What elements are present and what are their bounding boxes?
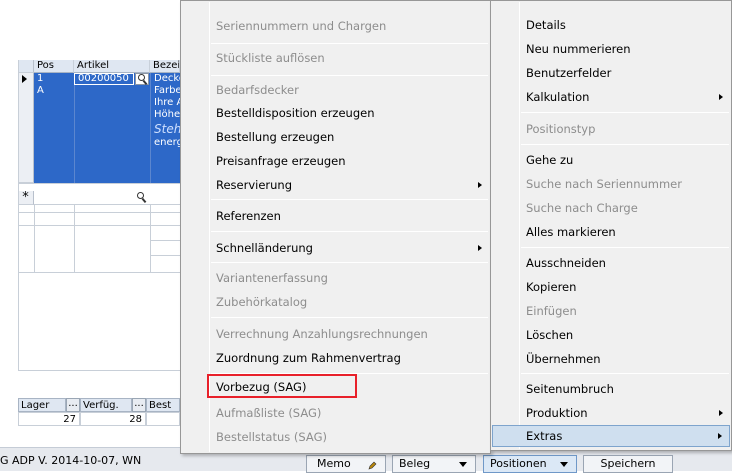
- best-header: Best: [146, 398, 180, 412]
- speichern-button[interactable]: Speichern: [583, 455, 673, 473]
- row-indicator[interactable]: [18, 73, 34, 183]
- desc-line: Höhe: [151, 109, 180, 121]
- menu-item-variantenerfassung[interactable]: Variantenerfassung: [182, 267, 489, 289]
- menu-item-verrechnung-anzahlung[interactable]: Verrechnung Anzahlungsrechnungen: [182, 323, 489, 345]
- magnifier-icon: [137, 74, 148, 86]
- menu-item-zuordnung-rahmenvertrag[interactable]: Zuordnung zum Rahmenvertrag: [182, 347, 489, 369]
- menu-item-einfuegen[interactable]: Einfügen: [492, 300, 730, 322]
- lager-value: 27: [18, 412, 80, 426]
- positionen-button[interactable]: Positionen: [483, 455, 577, 473]
- desc-line: Farbe: [151, 85, 180, 97]
- submenu-arrow-icon: [719, 94, 723, 100]
- best-value: [146, 412, 180, 426]
- new-row-indicator: *: [18, 191, 34, 205]
- menu-item-reservierung[interactable]: Reservierung: [182, 174, 489, 196]
- lager-header: Lager: [18, 398, 66, 412]
- desc-line: Steh: [151, 121, 180, 137]
- menu-item-alles-markieren[interactable]: Alles markieren: [492, 221, 730, 243]
- menu-item-kalkulation-label: Kalkulation: [526, 90, 590, 104]
- submenu-arrow-icon: [719, 410, 723, 416]
- menu-item-produktion[interactable]: Produktion: [492, 402, 730, 424]
- positionen-label: Positionen: [490, 457, 547, 470]
- submenu-arrow-icon: [478, 245, 482, 251]
- menu-item-seitenumbruch[interactable]: Seitenumbruch: [492, 378, 730, 400]
- new-row-lookup-button[interactable]: [135, 192, 149, 204]
- desc-line: energ: [151, 137, 180, 149]
- new-row[interactable]: [34, 191, 180, 205]
- menu-item-seriennummern-chargen[interactable]: Seriennummern und Chargen: [182, 15, 489, 37]
- magnifier-icon: [136, 192, 147, 204]
- cell-pos-sub[interactable]: A: [34, 85, 74, 97]
- cell-pos[interactable]: 1: [34, 73, 74, 85]
- menu-item-positionstyp[interactable]: Positionstyp: [492, 118, 730, 140]
- menu-item-details[interactable]: Details: [492, 14, 730, 36]
- menu-item-ausschneiden[interactable]: Ausschneiden: [492, 252, 730, 274]
- memo-label: Memo: [317, 457, 351, 470]
- menu-item-stueckliste-aufloesen[interactable]: Stückliste auflösen: [182, 47, 489, 69]
- menu-item-schnellaenderung-label: Schnelländerung: [216, 241, 313, 255]
- menu-item-bestelldisposition[interactable]: Bestelldisposition erzeugen: [182, 102, 489, 124]
- lager-ellipsis-button[interactable]: ...: [66, 398, 80, 412]
- column-header-bezeichnung[interactable]: Bezei: [150, 60, 180, 73]
- menu-item-gehe-zu[interactable]: Gehe zu: [492, 149, 730, 171]
- desc-line: Ihre A: [151, 97, 180, 109]
- menu-item-kopieren[interactable]: Kopieren: [492, 276, 730, 298]
- beleg-label: Beleg: [399, 457, 431, 470]
- verfueg-header: Verfüg.: [80, 398, 132, 412]
- menu-item-reservierung-label: Reservierung: [216, 178, 293, 192]
- menu-item-extras-label: Extras: [526, 429, 563, 443]
- artikel-lookup-button[interactable]: [135, 73, 149, 86]
- menu-item-bedarfsdecker[interactable]: Bedarfsdecker: [182, 79, 489, 101]
- verfueg-value: 28: [80, 412, 146, 426]
- menu-item-preisanfrage[interactable]: Preisanfrage erzeugen: [182, 150, 489, 172]
- column-header-pos[interactable]: Pos: [34, 60, 74, 73]
- positions-grid: Pos Artikel Bezei 1 A 00200050 Decke Far…: [0, 0, 180, 426]
- column-header-artikel[interactable]: Artikel: [74, 60, 150, 73]
- verfueg-ellipsis-button[interactable]: ...: [132, 398, 146, 412]
- pen-icon: [368, 459, 377, 470]
- annotation-highlight: [207, 374, 357, 398]
- menu-item-schnellaenderung[interactable]: Schnelländerung: [182, 237, 489, 259]
- version-label: G ADP V. 2014-10-07, WN: [0, 454, 142, 467]
- menu-item-neu-nummerieren[interactable]: Neu nummerieren: [492, 38, 730, 60]
- menu-item-suche-seriennummer[interactable]: Suche nach Seriennummer: [492, 173, 730, 195]
- menu-item-loeschen[interactable]: Löschen: [492, 324, 730, 346]
- memo-button[interactable]: Memo: [306, 455, 386, 473]
- submenu-arrow-icon: [718, 433, 722, 439]
- desc-line: Decke: [151, 73, 180, 85]
- menu-item-produktion-label: Produktion: [526, 406, 588, 420]
- cell-artikel[interactable]: 00200050: [74, 73, 134, 85]
- menu-item-uebernehmen[interactable]: Übernehmen: [492, 348, 730, 370]
- menu-item-benutzerfelder[interactable]: Benutzerfelder: [492, 62, 730, 84]
- submenu-arrow-icon: [478, 182, 482, 188]
- menu-item-aufmassliste-sag[interactable]: Aufmaßliste (SAG): [182, 402, 489, 424]
- menu-item-extras[interactable]: Extras: [492, 425, 730, 447]
- menu-item-bestellung-erzeugen[interactable]: Bestellung erzeugen: [182, 126, 489, 148]
- dropdown-arrow-icon: [459, 462, 467, 467]
- menu-item-suche-charge[interactable]: Suche nach Charge: [492, 197, 730, 219]
- menu-item-referenzen[interactable]: Referenzen: [182, 205, 489, 227]
- menu-item-kalkulation[interactable]: Kalkulation: [492, 86, 730, 108]
- menu-item-bestellstatus-sag[interactable]: Bestellstatus (SAG): [182, 426, 489, 448]
- menu-item-zubehoerkatalog[interactable]: Zubehörkatalog: [182, 291, 489, 313]
- grid-corner: [18, 60, 34, 73]
- dropdown-arrow-icon: [560, 462, 568, 467]
- beleg-button[interactable]: Beleg: [392, 455, 476, 473]
- current-row-icon: [22, 75, 27, 83]
- positionen-menu: Details Neu nummerieren Benutzerfelder K…: [490, 0, 732, 451]
